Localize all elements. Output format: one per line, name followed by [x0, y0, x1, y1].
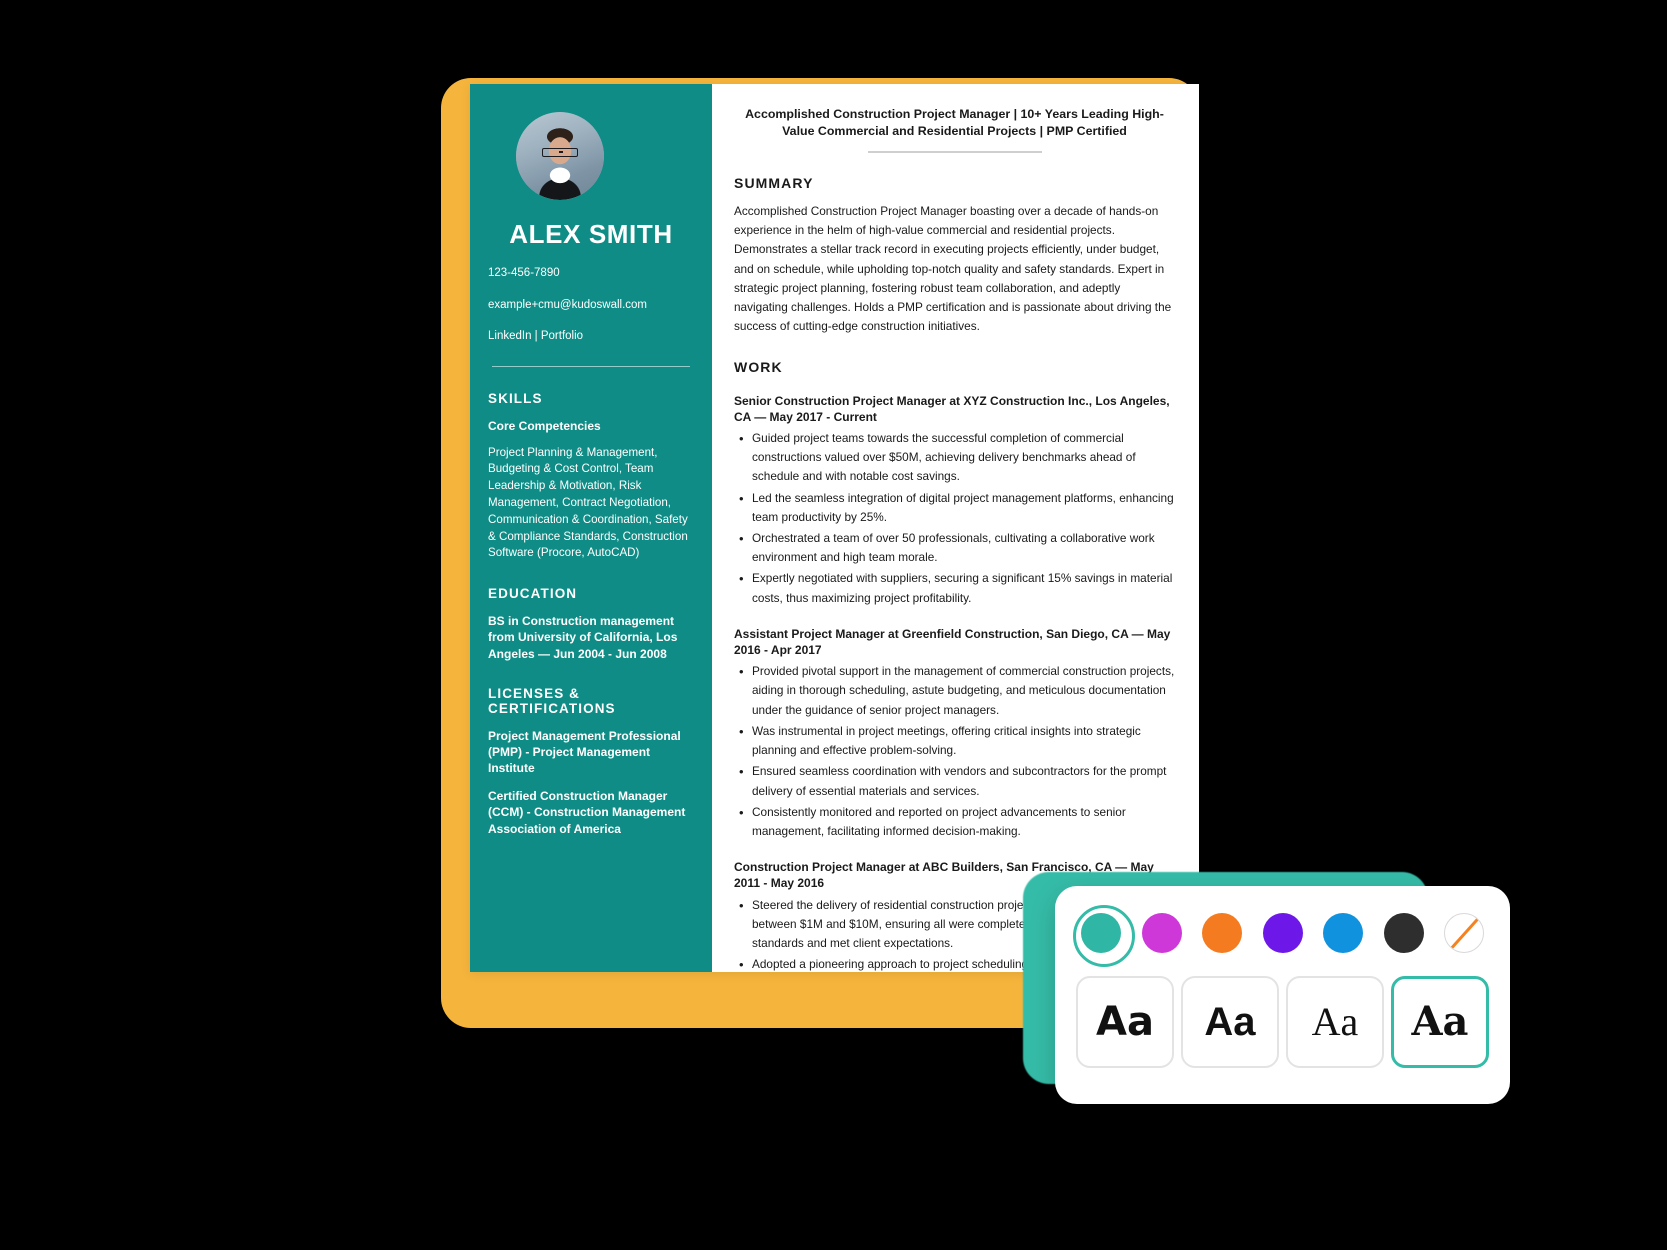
- color-swatch-blue[interactable]: [1323, 913, 1363, 953]
- job-bullet: Orchestrated a team of over 50 professio…: [734, 528, 1175, 567]
- section-heading-summary: SUMMARY: [734, 174, 814, 191]
- job-bullet: Guided project teams towards the success…: [734, 428, 1175, 487]
- sidebar-heading-education: EDUCATION: [488, 586, 578, 602]
- job-title: Assistant Project Manager at Greenfield …: [734, 626, 1171, 658]
- glasses-icon: [542, 148, 578, 157]
- job-bullets: Guided project teams towards the success…: [734, 428, 1175, 608]
- font-card-row: Aa Aa Aa Aa: [1075, 976, 1490, 1068]
- font-preview-glyph: Aa: [1311, 999, 1359, 1044]
- job-bullet: Expertly negotiated with suppliers, secu…: [734, 568, 1175, 607]
- resume-main-panel: Accomplished Construction Project Manage…: [712, 84, 1199, 972]
- job-bullet: Ensured seamless coordination with vendo…: [734, 761, 1175, 800]
- avatar: [516, 112, 604, 200]
- resume-headline: Accomplished Construction Project Manage…: [745, 107, 1164, 138]
- candidate-name: ALEX SMITH: [509, 219, 673, 249]
- job-bullet: Was instrumental in project meetings, of…: [734, 721, 1175, 760]
- color-swatch-none[interactable]: [1444, 913, 1484, 953]
- section-heading-work: WORK: [734, 358, 783, 375]
- headline-divider: [867, 151, 1042, 153]
- font-card-serif-bold[interactable]: Aa: [1391, 976, 1489, 1068]
- customizer-panel[interactable]: Aa Aa Aa Aa: [1055, 886, 1510, 1104]
- font-card-sans-bold[interactable]: Aa: [1076, 976, 1174, 1068]
- sidebar-heading-licenses: LICENSES & CERTIFICATIONS: [488, 685, 616, 716]
- color-swatch-purple[interactable]: [1262, 913, 1303, 953]
- font-card-serif-light[interactable]: Aa: [1286, 976, 1384, 1068]
- sidebar-heading-skills: SKILLS: [488, 391, 543, 407]
- job-bullet: Led the seamless integration of digital …: [734, 488, 1175, 527]
- sidebar-divider: [492, 366, 690, 368]
- font-preview-glyph: Aa: [1411, 998, 1469, 1045]
- license-item: Project Management Professional (PMP) - …: [488, 728, 681, 776]
- color-swatch-orange[interactable]: [1202, 913, 1242, 953]
- color-swatch-magenta[interactable]: [1141, 913, 1182, 953]
- font-preview-glyph: Aa: [1204, 1000, 1256, 1044]
- summary-paragraph: Accomplished Construction Project Manage…: [734, 203, 1172, 334]
- job-title: Senior Construction Project Manager at X…: [734, 393, 1170, 424]
- color-swatch-charcoal[interactable]: [1383, 913, 1424, 953]
- screenshot-canvas: ALEX SMITH 123-456-7890 example+cmu@kudo…: [0, 0, 1667, 1250]
- education-entry: BS in Construction management from Unive…: [488, 614, 678, 661]
- job-bullets: Provided pivotal support in the manageme…: [734, 661, 1175, 841]
- contact-links[interactable]: LinkedIn | Portfolio: [488, 329, 694, 344]
- font-preview-glyph: Aa: [1096, 999, 1154, 1045]
- skills-body: Project Planning & Management, Budgeting…: [488, 445, 688, 560]
- job-bullet: Provided pivotal support in the manageme…: [734, 661, 1175, 720]
- skills-subheading: Core Competencies: [488, 419, 601, 434]
- font-card-sans-grotesk[interactable]: Aa: [1181, 976, 1279, 1068]
- resume-document[interactable]: ALEX SMITH 123-456-7890 example+cmu@kudo…: [470, 84, 1199, 972]
- contact-phone: 123-456-7890: [488, 266, 560, 279]
- job-bullet: Consistently monitored and reported on p…: [734, 802, 1175, 841]
- contact-email: example+cmu@kudoswall.com: [488, 298, 648, 311]
- color-swatch-row: [1073, 904, 1490, 967]
- resume-sidebar: ALEX SMITH 123-456-7890 example+cmu@kudo…: [470, 84, 712, 972]
- color-swatch-teal[interactable]: [1073, 905, 1135, 967]
- license-item: Certified Construction Manager (CCM) - C…: [488, 789, 686, 836]
